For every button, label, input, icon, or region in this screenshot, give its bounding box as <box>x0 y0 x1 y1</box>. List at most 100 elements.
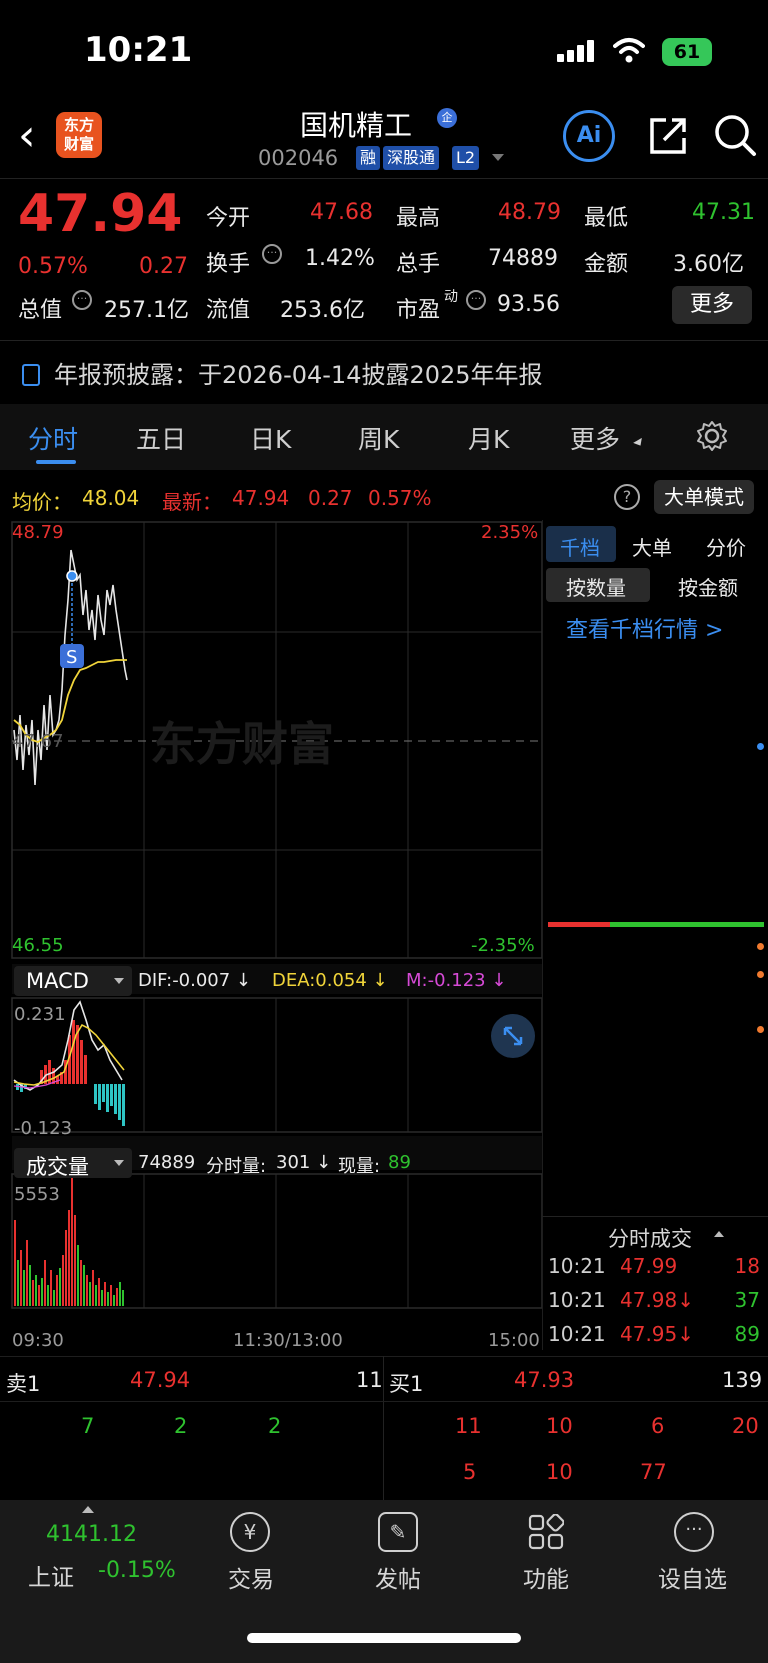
trade-price: 47.98↓ <box>620 1288 695 1312</box>
nav-post[interactable]: 发帖 <box>375 1560 421 1594</box>
tab-more[interactable]: 更多 <box>570 420 620 456</box>
add-watchlist-icon[interactable]: ··· <box>674 1512 714 1552</box>
sell-row[interactable] <box>548 733 764 762</box>
info-icon[interactable]: ··· <box>466 290 486 310</box>
sell-row[interactable] <box>548 650 764 679</box>
info-icon[interactable]: ··· <box>72 290 92 310</box>
trade-icon[interactable]: ¥ <box>230 1512 270 1552</box>
float-cap-value: 253.6亿 <box>280 298 365 323</box>
latest-value: 47.94 <box>232 486 290 510</box>
buy-detail: 5 <box>463 1460 477 1484</box>
buy-detail: 10 <box>546 1460 573 1484</box>
info-icon[interactable]: ··· <box>262 244 282 264</box>
subtab-by-amount[interactable]: 按金额 <box>678 572 738 601</box>
tab-intraday[interactable]: 分时 <box>28 420 78 456</box>
buy-row[interactable] <box>548 1100 764 1129</box>
sell-row[interactable] <box>548 845 764 874</box>
share-icon[interactable] <box>646 114 690 162</box>
back-button[interactable]: ‹ <box>18 110 36 161</box>
functions-grid-icon[interactable] <box>528 1513 565 1550</box>
trades-header[interactable]: 分时成交 <box>542 1216 768 1251</box>
stock-code: 002046 <box>258 146 339 170</box>
macd-title: MACD <box>26 969 89 993</box>
trade-volume: 37 <box>734 1288 760 1312</box>
macd-selector[interactable]: MACD <box>14 966 132 996</box>
divider <box>0 340 768 341</box>
sell-detail: 2 <box>174 1414 188 1438</box>
buy-row[interactable] <box>548 933 764 962</box>
divider <box>0 178 768 179</box>
big-order-mode-button[interactable]: 大单模式 <box>654 480 754 514</box>
sell-row[interactable] <box>548 789 764 818</box>
buy1-label: 买1 <box>389 1372 424 1396</box>
trade-price: 47.99 <box>620 1254 678 1278</box>
tab-qiandang-label: 千档 <box>560 536 600 560</box>
buy-row[interactable] <box>548 1016 764 1045</box>
tab-month-k[interactable]: 月K <box>468 420 509 456</box>
buy-row[interactable] <box>548 1044 764 1073</box>
buy-row[interactable] <box>548 1155 764 1184</box>
pe-value: 93.56 <box>497 292 560 317</box>
pct-axis-bottom: -2.35% <box>471 935 535 956</box>
trade-price: 47.95↓ <box>620 1322 695 1346</box>
sell-row[interactable] <box>548 706 764 735</box>
view-depth-link[interactable]: 查看千档行情 > <box>566 612 723 644</box>
avg-price-label: 均价： <box>12 490 72 514</box>
macd-panel <box>11 997 543 1133</box>
buy-row[interactable] <box>548 1128 764 1157</box>
sell-row[interactable] <box>548 872 764 901</box>
settings-gear-icon[interactable] <box>696 420 728 456</box>
volume-max: 5553 <box>14 1184 60 1205</box>
market-cap-value: 257.1亿 <box>104 298 189 323</box>
macd-m: M:-0.123 ↓ <box>406 970 507 991</box>
intraday-chart[interactable]: 东方财富 S <box>0 520 544 1350</box>
buy-row[interactable] <box>548 1183 764 1212</box>
app-logo: 东方 财富 <box>56 112 102 158</box>
buy-detail: 77 <box>640 1460 667 1484</box>
buy-row[interactable] <box>548 1072 764 1101</box>
sell1-label: 卖1 <box>6 1372 41 1396</box>
sell-row[interactable] <box>548 817 764 846</box>
code-dropdown-icon[interactable] <box>492 154 504 161</box>
summary-divider <box>383 1356 384 1500</box>
amount-label: 金额 <box>584 252 629 277</box>
post-icon[interactable]: ✎ <box>378 1512 418 1552</box>
fenshi-volume-value: 301 ↓ <box>276 1152 332 1173</box>
high-label: 最高 <box>396 206 441 231</box>
ai-button[interactable]: Ai <box>563 110 615 162</box>
nav-functions[interactable]: 功能 <box>523 1560 569 1594</box>
tab-price-dist[interactable]: 分价 <box>706 532 746 561</box>
volume-selector[interactable]: 成交量 <box>14 1148 132 1179</box>
sell-row[interactable] <box>548 678 764 707</box>
index-change[interactable]: -0.15% <box>98 1558 176 1583</box>
search-icon[interactable] <box>712 112 758 162</box>
help-icon[interactable]: ? <box>614 484 640 510</box>
trade-time: 10:21 <box>548 1322 606 1346</box>
index-value[interactable]: 4141.12 <box>46 1522 137 1547</box>
trade-volume: 18 <box>734 1254 760 1278</box>
nav-add-watchlist[interactable]: 设自选 <box>658 1560 727 1594</box>
buy-detail: 6 <box>651 1414 665 1438</box>
open-label: 今开 <box>206 206 251 231</box>
index-expand-icon[interactable] <box>82 1506 94 1513</box>
latest-label: 最新： <box>162 490 222 514</box>
time-end: 15:00 <box>488 1330 540 1351</box>
buy1-price: 47.93 <box>514 1368 575 1392</box>
chart-watermark: 东方财富 <box>150 717 334 771</box>
buy-row[interactable] <box>548 961 764 990</box>
turnover-value: 1.42% <box>305 246 375 271</box>
tab-week-k[interactable]: 周K <box>358 420 399 456</box>
annual-report-notice[interactable]: 年报预披露：于2026-04-14披露2025年年报 <box>22 355 543 390</box>
expand-icon[interactable] <box>491 1014 535 1058</box>
tab-five-day[interactable]: 五日 <box>136 420 186 456</box>
buy-row[interactable] <box>548 989 764 1018</box>
index-name[interactable]: 上证 <box>28 1558 74 1592</box>
more-quote-button[interactable]: 更多 <box>672 286 752 324</box>
prev-close-label: 47.67 <box>12 731 64 752</box>
buy-detail: 11 <box>455 1414 482 1438</box>
tab-big-order[interactable]: 大单 <box>632 532 672 561</box>
tab-day-k[interactable]: 日K <box>250 420 291 456</box>
sell-row[interactable] <box>548 761 764 790</box>
sell-detail: 7 <box>81 1414 95 1438</box>
nav-trade[interactable]: 交易 <box>228 1560 274 1594</box>
